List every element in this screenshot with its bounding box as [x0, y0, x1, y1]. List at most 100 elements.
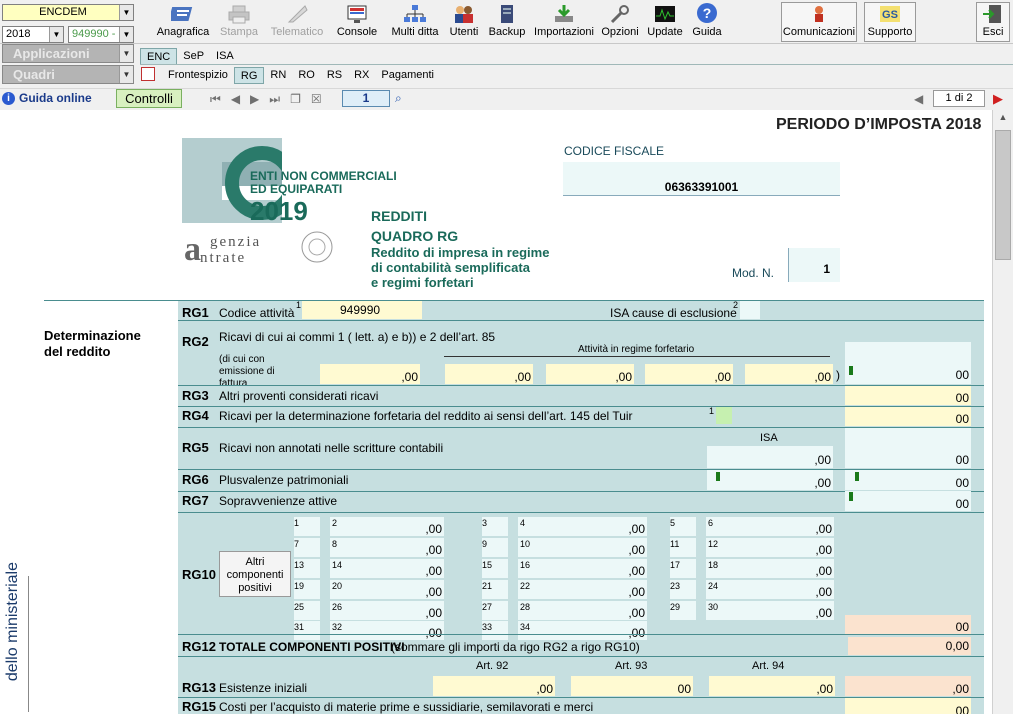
- rg10-code-field[interactable]: 33: [482, 621, 508, 640]
- chevron-down-icon[interactable]: ▼: [119, 27, 133, 42]
- tab-rg[interactable]: RG: [233, 66, 265, 84]
- rg10-value-field[interactable]: 34,00: [518, 621, 647, 640]
- rg4-field[interactable]: 00: [845, 407, 971, 426]
- rg10-value-field[interactable]: 10,00: [518, 538, 647, 557]
- rg10-code-field[interactable]: 15: [482, 559, 508, 578]
- pdf-icon[interactable]: [141, 67, 155, 81]
- mod-number-field[interactable]: 1: [788, 248, 840, 282]
- rg2-field-5[interactable]: ,00: [745, 364, 833, 384]
- page-input[interactable]: 1: [342, 90, 390, 107]
- rg2-field-6[interactable]: 00: [845, 342, 971, 384]
- rg10-code-field[interactable]: 5: [670, 517, 696, 536]
- rg10-code-field[interactable]: 11: [670, 538, 696, 557]
- tab-enc[interactable]: ENC: [140, 47, 178, 65]
- rg10-field-33[interactable]: 00: [845, 615, 971, 634]
- rg10-code-field[interactable]: 19: [294, 580, 320, 599]
- rg5-field-2[interactable]: 00: [845, 428, 971, 468]
- rg1-codice-attivita-field[interactable]: 949990: [302, 301, 422, 319]
- rg10-code-field[interactable]: 9: [482, 538, 508, 557]
- rg10-code-field[interactable]: 7: [294, 538, 320, 557]
- console-button[interactable]: Console: [334, 2, 380, 42]
- last-page-icon[interactable]: ⏭: [269, 92, 280, 107]
- rg10-value-field[interactable]: 28,00: [518, 601, 647, 620]
- rg10-code-field[interactable]: 21: [482, 580, 508, 599]
- copy-page-icon[interactable]: ❐: [290, 92, 301, 107]
- rg10-value-field[interactable]: 22,00: [518, 580, 647, 599]
- rg13-field-1[interactable]: ,00: [433, 676, 555, 696]
- rg3-field[interactable]: 00: [845, 386, 971, 405]
- comunicazioni-button[interactable]: Comunicazioni: [781, 2, 857, 42]
- rg12-total-field[interactable]: 0,00: [848, 637, 971, 655]
- stampa-button[interactable]: Stampa: [218, 2, 260, 42]
- scroll-thumb[interactable]: [995, 130, 1011, 260]
- vertical-scrollbar[interactable]: ▲: [992, 110, 1013, 714]
- opzioni-button[interactable]: Opzioni: [600, 2, 640, 42]
- year-select[interactable]: 2018 ▼: [2, 26, 64, 43]
- chevron-down-icon[interactable]: ▼: [119, 5, 133, 20]
- guida-button[interactable]: ? Guida: [690, 2, 724, 42]
- rg10-code-field[interactable]: 29: [670, 601, 696, 620]
- rg6-field-1[interactable]: ,00: [707, 470, 833, 490]
- tab-sep[interactable]: SeP: [177, 48, 210, 65]
- rg10-value-field[interactable]: 6,00: [706, 517, 834, 536]
- tab-rn[interactable]: RN: [264, 67, 292, 84]
- utenti-button[interactable]: Utenti: [447, 2, 481, 42]
- rg10-value-field[interactable]: 12,00: [706, 538, 834, 557]
- guida-online-link[interactable]: i Guida online: [2, 89, 110, 107]
- rg10-value-field[interactable]: 8,00: [330, 538, 444, 557]
- rg10-code-field[interactable]: 31: [294, 621, 320, 640]
- codice-fiscale-field[interactable]: 06363391001: [563, 162, 840, 196]
- rg1-isa-field[interactable]: [740, 301, 760, 319]
- rg5-field-1[interactable]: ,00: [707, 446, 833, 468]
- prev-module-icon[interactable]: ◀: [914, 92, 923, 106]
- rg2-field-4[interactable]: ,00: [645, 364, 733, 384]
- scroll-up-icon[interactable]: ▲: [995, 112, 1011, 128]
- tab-rs[interactable]: RS: [321, 67, 348, 84]
- supporto-button[interactable]: GS Supporto: [864, 2, 916, 42]
- rg10-value-field[interactable]: 2,00: [330, 517, 444, 536]
- rg10-code-field[interactable]: 3: [482, 517, 508, 536]
- search-page-icon[interactable]: ⌕: [395, 91, 409, 105]
- rg13-field-4[interactable]: ,00: [845, 676, 971, 696]
- first-page-icon[interactable]: ⏮: [210, 92, 221, 107]
- rg10-code-field[interactable]: 17: [670, 559, 696, 578]
- rg4-checkbox[interactable]: [716, 407, 732, 424]
- rg2-field-3[interactable]: ,00: [546, 364, 634, 384]
- importazioni-button[interactable]: Importazioni: [532, 2, 596, 42]
- rg10-code-field[interactable]: 27: [482, 601, 508, 620]
- rg13-field-3[interactable]: ,00: [709, 676, 835, 696]
- rg7-field[interactable]: 00: [845, 491, 971, 511]
- rg10-value-field[interactable]: 26,00: [330, 601, 444, 620]
- rg10-value-field[interactable]: 4,00: [518, 517, 647, 536]
- update-button[interactable]: Update: [645, 2, 685, 42]
- rg2-field-2[interactable]: ,00: [445, 364, 533, 384]
- rg10-value-field[interactable]: 18,00: [706, 559, 834, 578]
- quadri-select[interactable]: Quadri ▼: [2, 65, 134, 84]
- rg10-value-field[interactable]: 20,00: [330, 580, 444, 599]
- rg10-value-field[interactable]: 16,00: [518, 559, 647, 578]
- rg10-value-field[interactable]: 30,00: [706, 601, 834, 620]
- delete-page-icon[interactable]: ☒: [311, 92, 322, 107]
- rg10-value-field[interactable]: 32,00: [330, 621, 444, 640]
- anagrafica-button[interactable]: Anagrafica: [155, 2, 211, 42]
- chevron-down-icon[interactable]: ▼: [119, 45, 133, 62]
- altri-componenti-button[interactable]: Altri componenti positivi: [219, 551, 291, 597]
- tab-ro[interactable]: RO: [292, 67, 321, 84]
- rg10-value-field[interactable]: 24,00: [706, 580, 834, 599]
- prev-page-icon[interactable]: ◀: [231, 92, 240, 107]
- rg10-code-field[interactable]: 13: [294, 559, 320, 578]
- tab-frontespizio[interactable]: Frontespizio: [162, 67, 234, 84]
- rg6-field-2[interactable]: 00: [845, 470, 971, 490]
- rg10-value-field[interactable]: 14,00: [330, 559, 444, 578]
- code-select[interactable]: 949990 - ▼: [68, 26, 134, 43]
- backup-button[interactable]: Backup: [487, 2, 527, 42]
- rg15-field[interactable]: 00: [845, 698, 971, 714]
- company-select[interactable]: ENCDEM ▼: [2, 4, 134, 21]
- tab-isa[interactable]: ISA: [210, 48, 240, 65]
- controlli-button[interactable]: Controlli: [116, 89, 182, 108]
- esci-button[interactable]: Esci: [976, 2, 1010, 42]
- multi-ditta-button[interactable]: Multi ditta: [389, 2, 441, 42]
- rg2-field-1[interactable]: ,00: [320, 364, 420, 384]
- rg13-field-2[interactable]: 00: [571, 676, 693, 696]
- rg10-code-field[interactable]: 23: [670, 580, 696, 599]
